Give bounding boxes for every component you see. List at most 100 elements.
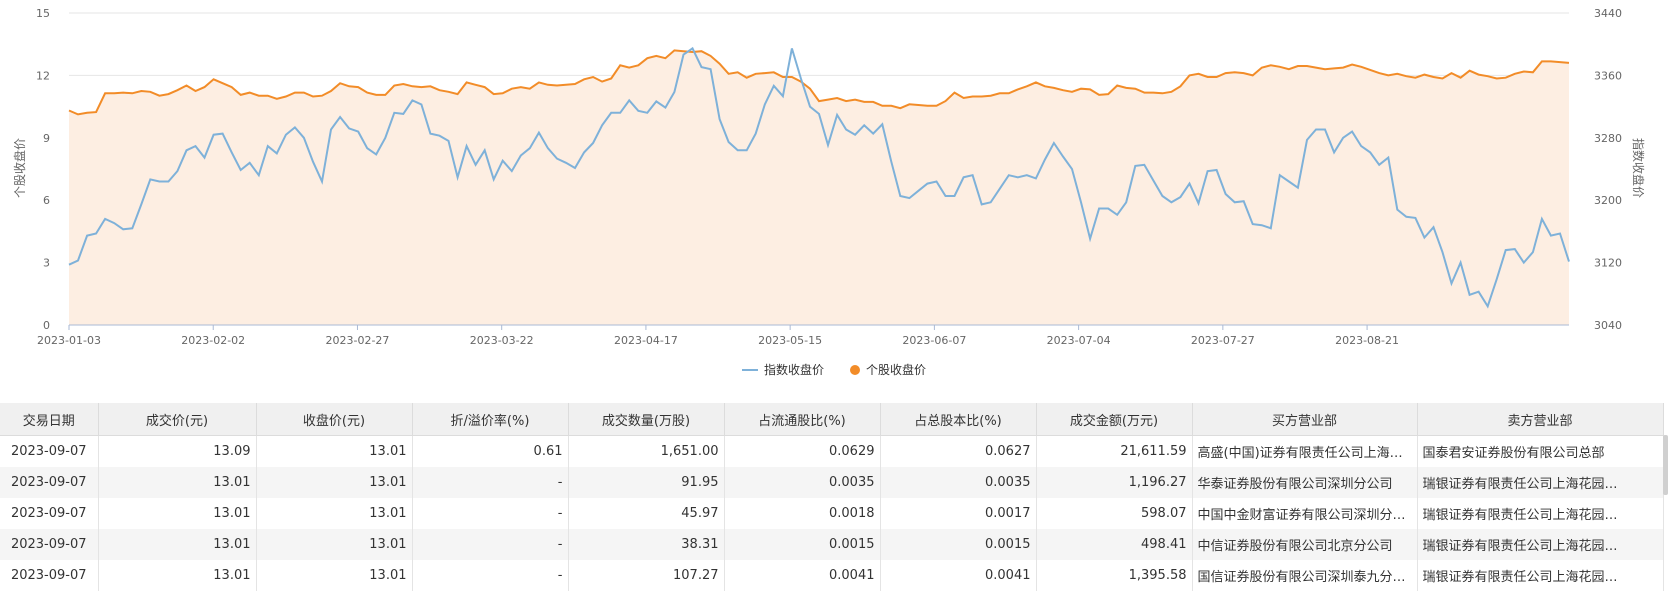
cell-volume: 38.31 — [568, 529, 725, 560]
header-volume[interactable]: 成交数量(万股) — [568, 403, 725, 436]
y-tick-label-left: 6 — [43, 194, 50, 207]
table-row: 2023-09-07 13.01 13.01 - 38.31 0.0015 0.… — [0, 529, 1664, 560]
stock-area-fill — [69, 50, 1569, 326]
legend-label-stock: 个股收盘价 — [866, 363, 927, 377]
header-float-ratio[interactable]: 占流通股比(%) — [724, 403, 881, 436]
cell-amount: 598.07 — [1036, 498, 1193, 529]
x-tick-label: 2023-04-17 — [614, 334, 678, 347]
cell-total-ratio: 0.0627 — [880, 435, 1037, 467]
y-tick-label-right: 3200 — [1594, 194, 1622, 207]
y-axis-left-title: 个股收盘价 — [12, 138, 27, 198]
cell-trade-price: 13.01 — [98, 498, 257, 529]
header-trade-date[interactable]: 交易日期 — [0, 403, 99, 436]
cell-trade-price: 13.01 — [98, 467, 257, 498]
cell-volume: 107.27 — [568, 560, 725, 591]
cell-seller[interactable]: 国泰君安证券股份有限公司总部 — [1417, 435, 1664, 467]
cell-premium-rate: - — [412, 498, 569, 529]
cell-seller[interactable]: 瑞银证券有限责任公司上海花园… — [1417, 529, 1664, 560]
legend-label-index: 指数收盘价 — [763, 363, 824, 377]
cell-close-price: 13.01 — [256, 467, 413, 498]
y-axis-right-title: 指数收盘价 — [1631, 138, 1646, 198]
header-premium-rate[interactable]: 折/溢价率(%) — [412, 403, 569, 436]
table-row: 2023-09-07 13.09 13.01 0.61 1,651.00 0.0… — [0, 435, 1664, 467]
cell-float-ratio: 0.0015 — [724, 529, 881, 560]
cell-close-price: 13.01 — [256, 435, 413, 467]
header-total-ratio[interactable]: 占总股本比(%) — [880, 403, 1037, 436]
cell-close-price: 13.01 — [256, 529, 413, 560]
cell-amount: 498.41 — [1036, 529, 1193, 560]
chart-legend: 指数收盘价 个股收盘价 — [0, 361, 1668, 378]
cell-seller[interactable]: 瑞银证券有限责任公司上海花园… — [1417, 560, 1664, 591]
cell-date: 2023-09-07 — [0, 435, 99, 467]
cell-total-ratio: 0.0015 — [880, 529, 1037, 560]
x-tick-label: 2023-05-15 — [758, 334, 822, 347]
table-header-row: 交易日期 成交价(元) 收盘价(元) 折/溢价率(%) 成交数量(万股) 占流通… — [0, 403, 1664, 436]
cell-amount: 1,395.58 — [1036, 560, 1193, 591]
table-row: 2023-09-07 13.01 13.01 - 45.97 0.0018 0.… — [0, 498, 1664, 529]
x-tick-label: 2023-01-03 — [37, 334, 101, 347]
legend-dot-icon — [850, 364, 860, 375]
cell-amount: 1,196.27 — [1036, 467, 1193, 498]
y-tick-label-left: 12 — [36, 69, 50, 82]
y-tick-label-right: 3360 — [1594, 69, 1622, 82]
cell-total-ratio: 0.0017 — [880, 498, 1037, 529]
cell-trade-price: 13.01 — [98, 560, 257, 591]
cell-buyer[interactable]: 中国中金财富证券有限公司深圳分… — [1192, 498, 1418, 529]
cell-buyer[interactable]: 高盛(中国)证券有限责任公司上海… — [1192, 435, 1418, 467]
y-tick-label-left: 0 — [43, 319, 50, 332]
cell-float-ratio: 0.0018 — [724, 498, 881, 529]
y-tick-label-right: 3440 — [1594, 7, 1622, 20]
cell-premium-rate: 0.61 — [412, 435, 569, 467]
y-tick-label-right: 3040 — [1594, 319, 1622, 332]
cell-seller[interactable]: 瑞银证券有限责任公司上海花园… — [1417, 467, 1664, 498]
x-tick-label: 2023-03-22 — [470, 334, 534, 347]
x-tick-label: 2023-02-27 — [325, 334, 389, 347]
block-trade-table: 交易日期 成交价(元) 收盘价(元) 折/溢价率(%) 成交数量(万股) 占流通… — [0, 403, 1664, 591]
legend-item-index[interactable]: 指数收盘价 — [741, 361, 824, 378]
cell-close-price: 13.01 — [256, 498, 413, 529]
table-row: 2023-09-07 13.01 13.01 - 91.95 0.0035 0.… — [0, 467, 1664, 498]
x-tick-label: 2023-07-27 — [1191, 334, 1255, 347]
cell-date: 2023-09-07 — [0, 560, 99, 591]
x-tick-label: 2023-07-04 — [1047, 334, 1111, 347]
cell-total-ratio: 0.0041 — [880, 560, 1037, 591]
cell-buyer[interactable]: 中信证券股份有限公司北京分公司 — [1192, 529, 1418, 560]
cell-seller[interactable]: 瑞银证券有限责任公司上海花园… — [1417, 498, 1664, 529]
x-tick-label: 2023-08-21 — [1335, 334, 1399, 347]
cell-volume: 91.95 — [568, 467, 725, 498]
cell-buyer[interactable]: 华泰证券股份有限公司深圳分公司 — [1192, 467, 1418, 498]
header-amount[interactable]: 成交金额(万元) — [1036, 403, 1193, 436]
cell-float-ratio: 0.0041 — [724, 560, 881, 591]
cell-trade-price: 13.01 — [98, 529, 257, 560]
y-tick-label-left: 15 — [36, 7, 50, 20]
header-buyer[interactable]: 买方营业部 — [1192, 403, 1418, 436]
header-seller[interactable]: 卖方营业部 — [1417, 403, 1664, 436]
legend-item-stock[interactable]: 个股收盘价 — [850, 361, 926, 378]
price-chart: 0 3 6 9 12 15 3040 3 12 0 3200 3280 3360 3440 2023-0… — [12, 7, 1646, 347]
cell-date: 2023-09-07 — [0, 498, 99, 529]
cell-trade-price: 13.09 — [98, 435, 257, 467]
x-axis: 2023-01-03 2023-02-02 2023-02-27 2023-03-22… — [37, 325, 1399, 347]
legend-line-icon — [741, 368, 758, 371]
x-tick-label: 2023-02-02 — [181, 334, 245, 347]
cell-total-ratio: 0.0035 — [880, 467, 1037, 498]
cell-date: 2023-09-07 — [0, 529, 99, 560]
header-close-price[interactable]: 收盘价(元) — [256, 403, 413, 436]
cell-float-ratio: 0.0629 — [724, 435, 881, 467]
y-axis-left: 0 3 6 9 12 15 — [36, 7, 50, 332]
x-tick-label: 2023-06-07 — [902, 334, 966, 347]
cell-buyer[interactable]: 国信证券股份有限公司深圳泰九分… — [1192, 560, 1418, 591]
cell-premium-rate: - — [412, 560, 569, 591]
cell-premium-rate: - — [412, 467, 569, 498]
cell-volume: 45.97 — [568, 498, 725, 529]
cell-date: 2023-09-07 — [0, 467, 99, 498]
y-axis-right: 3040 3120 3200 3280 3360 3440 — [1594, 7, 1622, 332]
y-tick-label-left: 3 — [43, 257, 50, 270]
y-tick-label-left: 9 — [43, 132, 50, 145]
table-scrollbar[interactable] — [1663, 435, 1668, 495]
cell-amount: 21,611.59 — [1036, 435, 1193, 467]
cell-close-price: 13.01 — [256, 560, 413, 591]
header-trade-price[interactable]: 成交价(元) — [98, 403, 257, 436]
table-row: 2023-09-07 13.01 13.01 - 107.27 0.0041 0… — [0, 560, 1664, 591]
y-tick-label-right: 3280 — [1594, 132, 1622, 145]
